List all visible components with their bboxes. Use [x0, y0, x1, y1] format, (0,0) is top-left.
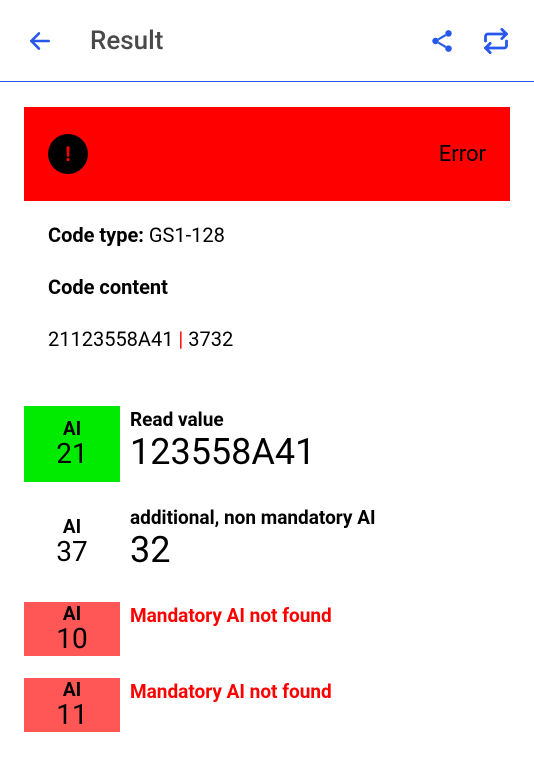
content: ! Error Code type: GS1-128 Code content …	[0, 82, 534, 732]
share-icon	[429, 28, 455, 54]
ai-box-number: 21	[56, 439, 87, 468]
code-type-label: Code type:	[48, 223, 149, 247]
ai-detail-label: Mandatory AI not found	[130, 680, 332, 703]
ai-box-label: AI	[63, 604, 81, 624]
ai-detail-label: additional, non mandatory AI	[130, 506, 376, 529]
header-actions	[424, 23, 514, 59]
ai-row: AI11 Mandatory AI not found	[24, 678, 510, 732]
ai-row: AI10 Mandatory AI not found	[24, 602, 510, 656]
page-title: Result	[90, 26, 424, 56]
ai-box: AI37	[24, 504, 120, 580]
error-banner: ! Error	[24, 107, 510, 201]
code-type-row: Code type: GS1-128	[48, 223, 486, 247]
code-content-part2: 3732	[183, 327, 233, 351]
back-button[interactable]	[20, 21, 60, 61]
ai-box-label: AI	[63, 517, 81, 537]
ai-detail: Mandatory AI not found	[130, 678, 332, 703]
ai-box-number: 10	[56, 624, 87, 653]
ai-detail-label: Read value	[130, 408, 315, 431]
ai-box: AI11	[24, 678, 120, 732]
ai-box: AI21	[24, 406, 120, 482]
ai-box-label: AI	[63, 680, 81, 700]
header: Result	[0, 0, 534, 82]
ai-box-label: AI	[63, 419, 81, 439]
ai-box-number: 11	[56, 700, 87, 729]
warning-icon: !	[48, 134, 88, 174]
ai-detail: Mandatory AI not found	[130, 602, 332, 627]
repeat-button[interactable]	[478, 23, 514, 59]
error-label: Error	[439, 142, 486, 167]
ai-detail-value: 123558A41	[130, 431, 315, 474]
ai-box: AI10	[24, 602, 120, 656]
ai-list: AI21Read value123558A41AI37additional, n…	[24, 351, 510, 732]
repeat-icon	[482, 27, 510, 55]
code-info: Code type: GS1-128 Code content 21123558…	[24, 201, 510, 351]
arrow-left-icon	[27, 28, 53, 54]
ai-box-number: 37	[56, 537, 87, 566]
code-content-part1: 21123558A41	[48, 327, 178, 351]
share-button[interactable]	[424, 23, 460, 59]
ai-row: AI37additional, non mandatory AI32	[24, 504, 510, 580]
ai-detail-value: 32	[130, 529, 376, 572]
ai-detail: Read value123558A41	[130, 406, 315, 474]
code-content-label: Code content	[48, 275, 486, 299]
ai-row: AI21Read value123558A41	[24, 406, 510, 482]
ai-detail: additional, non mandatory AI32	[130, 504, 376, 572]
code-content-value: 21123558A41 | 3732	[48, 327, 486, 351]
code-type-value: GS1-128	[149, 223, 225, 247]
ai-detail-label: Mandatory AI not found	[130, 604, 332, 627]
